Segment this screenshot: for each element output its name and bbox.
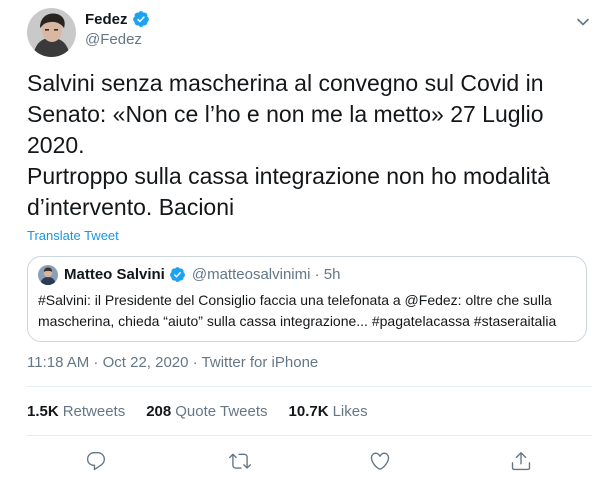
tweet-text-line: d’intervento. Bacioni xyxy=(27,194,235,220)
heart-icon[interactable] xyxy=(367,448,393,474)
quoted-text: #Salvini: il Presidente del Consiglio fa… xyxy=(38,290,583,332)
author-display-name[interactable]: Fedez xyxy=(85,11,128,28)
retweets-count: 1.5K xyxy=(27,403,59,420)
likes-label: Likes xyxy=(332,403,368,420)
tweet-card: Fedez @Fedez Salvini senza mascherina al… xyxy=(0,0,605,494)
tweet-text: Salvini senza mascherina al convegno sul… xyxy=(27,68,592,223)
tweet-text-line: Purtroppo sulla cassa integrazione non h… xyxy=(27,163,550,189)
verified-badge-icon xyxy=(169,266,186,283)
quoted-header: Matteo Salvini @matteosalvinimi · 5h xyxy=(64,266,340,283)
quote-tweets-label: Quote Tweets xyxy=(175,403,268,420)
author-name-row[interactable]: Fedez xyxy=(85,10,150,28)
quote-tweets-count: 208 xyxy=(146,403,172,420)
quoted-tweet[interactable]: Matteo Salvini @matteosalvinimi · 5h #Sa… xyxy=(27,256,587,342)
likes-count: 10.7K xyxy=(288,403,329,420)
action-bar xyxy=(0,448,605,474)
tweet-text-line: 2020. xyxy=(27,132,85,158)
tweet-stats: 1.5K Retweets 208 Quote Tweets 10.7K Likes xyxy=(27,403,368,420)
tweet-timestamp[interactable]: 11:18 AM · Oct 22, 2020 · Twitter for iP… xyxy=(27,354,318,371)
avatar[interactable] xyxy=(27,8,76,57)
divider xyxy=(27,386,592,387)
chevron-down-icon[interactable] xyxy=(575,14,591,30)
retweets-label: Retweets xyxy=(62,403,126,420)
translate-tweet-link[interactable]: Translate Tweet xyxy=(27,228,119,243)
retweet-icon[interactable] xyxy=(227,448,253,474)
quoted-text-line: mascherina, chieda “aiuto” sulla cassa i… xyxy=(38,313,557,329)
avatar-image xyxy=(27,8,76,57)
quoted-text-line: #Salvini: il Presidente del Consiglio fa… xyxy=(38,292,552,308)
author-handle[interactable]: @Fedez xyxy=(85,31,142,48)
divider xyxy=(27,435,592,436)
share-icon[interactable] xyxy=(508,448,534,474)
quoted-display-name: Matteo Salvini xyxy=(64,266,165,283)
verified-badge-icon xyxy=(132,10,150,28)
tweet-text-line: Senato: «Non ce l’ho e non me la metto» … xyxy=(27,101,544,127)
likes-stat[interactable]: 10.7K Likes xyxy=(289,403,368,420)
retweets-stat[interactable]: 1.5K Retweets xyxy=(27,403,125,420)
quoted-handle-time: @matteosalvinimi · 5h xyxy=(191,266,341,283)
quoted-avatar xyxy=(38,265,58,285)
tweet-text-line: Salvini senza mascherina al convegno sul… xyxy=(27,70,544,96)
reply-icon[interactable] xyxy=(83,448,109,474)
quote-tweets-stat[interactable]: 208 Quote Tweets xyxy=(146,403,267,420)
